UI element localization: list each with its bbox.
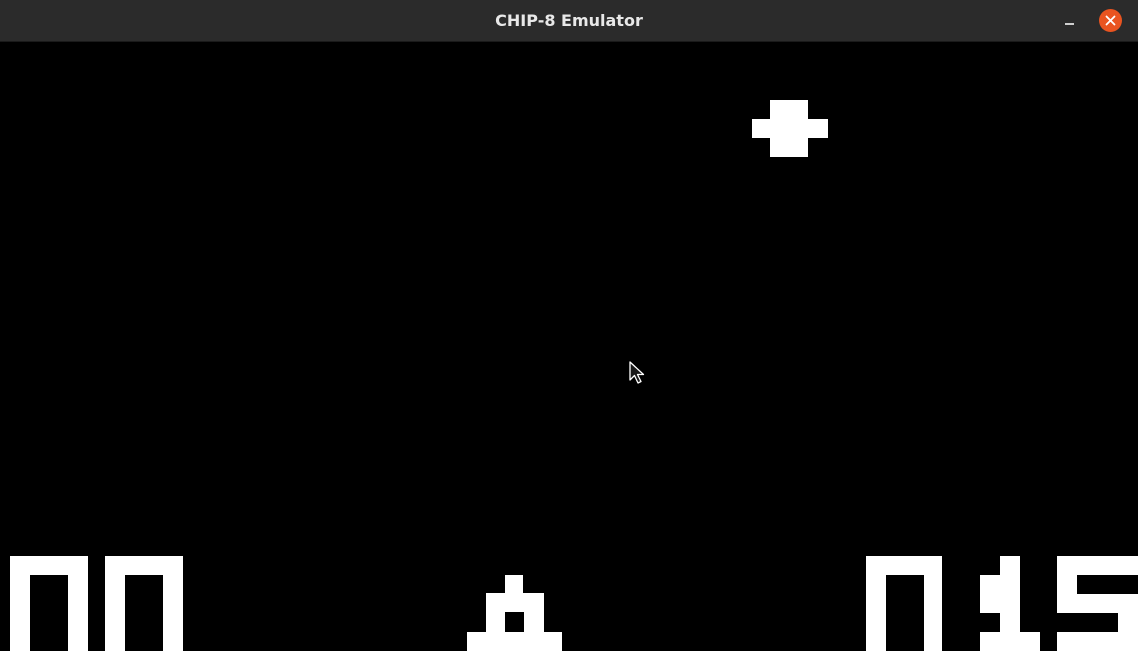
- close-button[interactable]: [1099, 9, 1122, 32]
- minimize-icon: [1065, 23, 1074, 25]
- score-left-digit-0: [10, 556, 88, 651]
- minimize-button[interactable]: [1058, 9, 1082, 33]
- display-framebuffer: [10, 100, 1138, 651]
- window-title: CHIP-8 Emulator: [495, 11, 643, 30]
- alien-sprite: [752, 100, 828, 157]
- emulator-window: CHIP-8 Emulator: [0, 0, 1138, 651]
- score-right: [866, 556, 1138, 651]
- emulator-display[interactable]: [0, 42, 1138, 651]
- score-left: [10, 556, 183, 651]
- score-right-digit-1: [980, 556, 1040, 651]
- score-left-digit-0: [105, 556, 183, 651]
- score-right-digit-5: [1057, 556, 1138, 651]
- mouse-pointer-icon: [629, 361, 645, 384]
- close-icon: [1105, 15, 1116, 26]
- title-bar[interactable]: CHIP-8 Emulator: [0, 0, 1138, 42]
- score-right-digit-0: [866, 556, 942, 651]
- player-ship: [467, 575, 562, 651]
